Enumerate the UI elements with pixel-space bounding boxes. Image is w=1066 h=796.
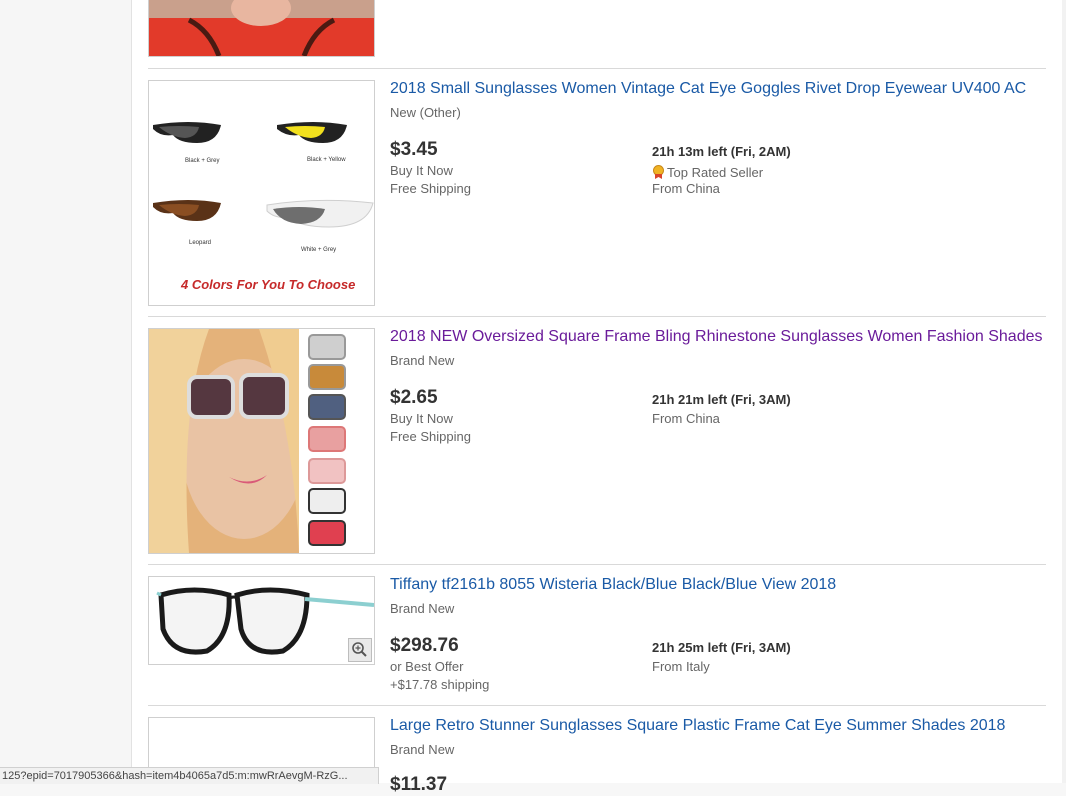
listing-title-link[interactable]: Large Retro Stunner Sunglasses Square Pl… <box>390 717 1005 735</box>
listing-condition: New (Other) <box>390 105 461 120</box>
listing-location: From China <box>652 411 720 426</box>
listing-title-link[interactable]: 2018 Small Sunglasses Women Vintage Cat … <box>390 80 1026 98</box>
listing-time-left: 21h 21m left (Fri, 3AM) <box>652 392 791 407</box>
top-rated-badge: Top Rated Seller <box>652 163 763 180</box>
listing-image-partial[interactable] <box>148 0 375 57</box>
listing-buy-format: Buy It Now <box>390 163 453 178</box>
listing-image[interactable] <box>148 576 375 665</box>
listing-divider <box>148 68 1046 69</box>
listing-divider <box>148 316 1046 317</box>
listing-title-link[interactable]: 2018 NEW Oversized Square Frame Bling Rh… <box>390 328 1042 346</box>
top-rated-medal-icon <box>652 165 665 179</box>
image-label: White + Grey <box>301 247 337 253</box>
listing-location: From Italy <box>652 659 710 674</box>
listing-condition: Brand New <box>390 742 455 757</box>
image-label: Leopard <box>189 240 212 246</box>
listing-shipping: Free Shipping <box>390 181 471 196</box>
listing-location: From China <box>652 181 720 196</box>
listing-condition: Brand New <box>390 601 455 616</box>
image-caption: 4 Colors For You To Choose <box>181 277 356 292</box>
listing-price: $11.37 <box>390 774 448 795</box>
listing-price: $298.76 <box>390 635 459 656</box>
listing-shipping: Free Shipping <box>390 429 471 444</box>
listing-title-link[interactable]: Tiffany tf2161b 8055 Wisteria Black/Blue… <box>390 576 836 594</box>
listing-divider <box>148 705 1046 706</box>
listing-image[interactable]: Black + Grey Black + Yellow Leopard Whit… <box>148 80 375 306</box>
top-rated-label: Top Rated Seller <box>667 165 764 180</box>
listing-divider <box>148 564 1046 565</box>
listing-time-left: 21h 25m left (Fri, 3AM) <box>652 640 791 655</box>
status-bar-url: 125?epid=7017905366&hash=item4b4065a7d5:… <box>0 767 379 784</box>
listing-image[interactable] <box>148 328 375 554</box>
listing-shipping: +$17.78 shipping <box>390 677 490 692</box>
listing-buy-format: or Best Offer <box>390 659 464 674</box>
zoom-icon[interactable] <box>348 638 372 662</box>
image-label: Black + Yellow <box>307 157 346 163</box>
listing-price: $3.45 <box>390 139 438 160</box>
image-label: Black + Grey <box>185 158 220 164</box>
listing-condition: Brand New <box>390 353 455 368</box>
listing-time-left: 21h 13m left (Fri, 2AM) <box>652 144 791 159</box>
listing-price: $2.65 <box>390 387 438 408</box>
listing-buy-format: Buy It Now <box>390 411 453 426</box>
left-gutter <box>0 0 132 783</box>
scrollbar-track[interactable] <box>1062 0 1066 783</box>
